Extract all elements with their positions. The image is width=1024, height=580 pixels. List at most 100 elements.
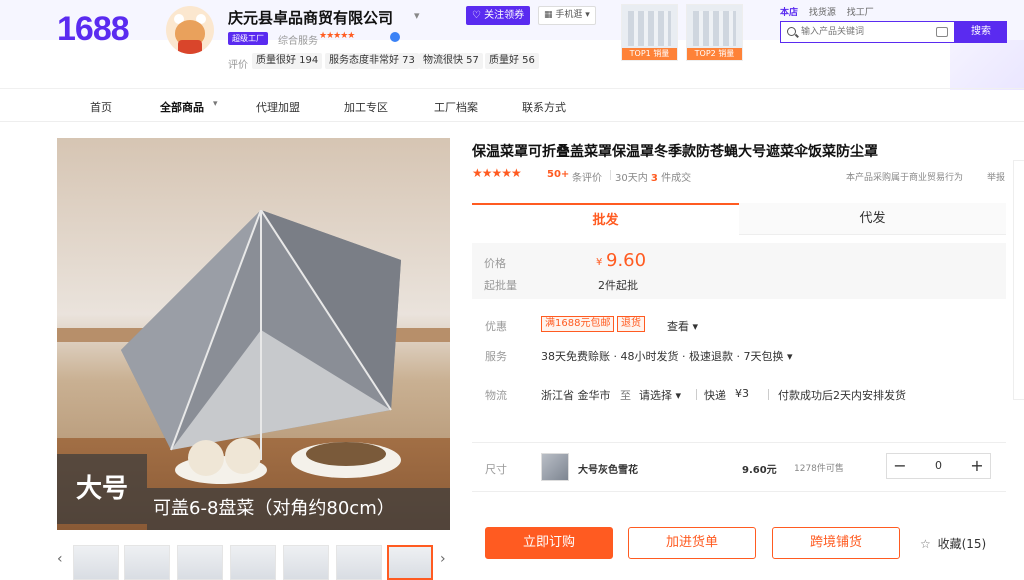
chevron-left-icon[interactable]: ‹ xyxy=(57,551,63,567)
thumbnail[interactable] xyxy=(230,545,276,580)
sku-stock: 1278件可售 xyxy=(794,464,844,474)
search-button[interactable]: 搜索 xyxy=(955,21,1007,43)
chevron-down-icon: ▾ xyxy=(675,389,682,402)
search-icon xyxy=(787,27,796,36)
info-dot-icon[interactable] xyxy=(390,32,400,42)
offers-more-link[interactable]: 查看 ▾ xyxy=(667,318,698,334)
report-link[interactable]: 举报 xyxy=(987,170,1005,183)
service-row-label: 服务 xyxy=(485,350,507,363)
coupon-return[interactable]: 退货 xyxy=(617,316,645,332)
chevron-down-icon: ▾ xyxy=(786,350,793,363)
deal-prefix: 30天内 xyxy=(615,173,648,184)
tab-dropship[interactable]: 代发 xyxy=(739,203,1006,235)
mobile-label: 手机逛 xyxy=(555,10,583,20)
chevron-down-icon: ▾ xyxy=(692,320,699,333)
ship-note: 付款成功后2天内安排发货 xyxy=(778,389,906,402)
food-cover-illustration xyxy=(121,210,401,484)
follow-label: 关注领券 xyxy=(484,10,525,21)
nav-all-products[interactable]: 全部商品 xyxy=(160,99,204,115)
side-toolbar[interactable] xyxy=(1013,160,1024,400)
review-tag[interactable]: 物流很快 57 xyxy=(419,53,483,69)
search-input[interactable] xyxy=(781,22,931,42)
thumb-image xyxy=(693,11,736,46)
tab-wholesale[interactable]: 批发 xyxy=(472,203,739,235)
shop-name[interactable]: 庆元县卓品商贸有限公司 xyxy=(228,7,393,28)
decrement-button[interactable]: − xyxy=(887,454,913,478)
express-fee: ¥3 xyxy=(735,387,749,400)
review-count[interactable]: 50+ xyxy=(547,169,569,180)
destination-select[interactable]: 请选择 ▾ xyxy=(639,387,681,403)
nav-processing[interactable]: 加工专区 xyxy=(344,99,388,115)
thumbnail[interactable] xyxy=(177,545,223,580)
service-promise[interactable]: 38天免费赊账 · 48小时发货 · 极速退款 · 7天包换 ▾ xyxy=(541,348,793,364)
favorite-button[interactable]: ☆ 收藏(15) xyxy=(920,535,986,552)
qr-grid-icon: ▦ xyxy=(544,10,553,20)
moq-value: 2件起批 xyxy=(598,279,638,292)
review-tag[interactable]: 质量很好 194 xyxy=(252,53,323,69)
search-tab-factory[interactable]: 找工厂 xyxy=(847,8,874,18)
deal-summary: 30天内 3 件成交 xyxy=(615,169,691,184)
top-product-thumb[interactable]: TOP2 销量 xyxy=(686,4,743,61)
top-rank-label: TOP1 销量 xyxy=(622,48,677,60)
shop-avatar[interactable] xyxy=(166,6,214,54)
coupon-free-shipping[interactable]: 满1688元包邮 xyxy=(541,316,615,332)
image-caption: 可盖6-8盘菜（对角约80cm） xyxy=(147,488,450,530)
image-caption-size: 大号 xyxy=(57,454,147,524)
destination-value: 请选择 xyxy=(639,389,672,402)
quantity-value[interactable]: 0 xyxy=(913,454,964,478)
nav-factory-profile[interactable]: 工厂档案 xyxy=(434,99,478,115)
divider xyxy=(696,389,697,400)
deal-suffix: 件成交 xyxy=(661,173,692,184)
logistics-label: 物流 xyxy=(485,389,507,402)
purchase-mode-tabs: 批发 代发 xyxy=(472,203,1006,235)
avatar-bib xyxy=(178,40,202,54)
rating-stars: ★★★★★ xyxy=(472,166,522,180)
thumbnail[interactable] xyxy=(283,545,329,580)
price-value: 9.60 xyxy=(606,250,647,271)
sku-image[interactable] xyxy=(541,453,569,481)
review-tag[interactable]: 质量好 56 xyxy=(485,53,539,69)
thumbnail-video[interactable] xyxy=(73,545,119,580)
sku-size-label: 尺寸 xyxy=(485,463,507,476)
cross-border-button[interactable]: 跨境铺货 xyxy=(772,527,900,559)
chevron-right-icon[interactable]: › xyxy=(440,551,446,567)
search-tab-source[interactable]: 找货源 xyxy=(809,8,836,18)
top-product-thumb[interactable]: TOP1 销量 xyxy=(621,4,678,61)
service-rating-stars: ★★★★★ xyxy=(319,31,355,41)
ship-to-label: 至 xyxy=(620,389,631,402)
product-main-image[interactable]: 大号 可盖6-8盘菜（对角约80cm） xyxy=(57,138,450,530)
price-currency: ¥ xyxy=(596,257,603,268)
thumbnail-active[interactable] xyxy=(387,545,433,580)
nav-agency[interactable]: 代理加盟 xyxy=(256,99,300,115)
mobile-browse-button[interactable]: ▦ 手机逛 ▾ xyxy=(538,6,596,25)
product-title: 保温菜罩可折叠盖菜罩保温罩冬季款防苍蝇大号遮菜伞饭菜防尘罩 xyxy=(472,144,878,160)
ship-origin: 浙江省 金华市 xyxy=(541,389,611,402)
thumbnail[interactable] xyxy=(124,545,170,580)
add-to-cart-button[interactable]: 加进货单 xyxy=(628,527,756,559)
sku-price: 9.60元 xyxy=(742,465,777,476)
trade-note: 本产品采购属于商业贸易行为 xyxy=(846,173,964,183)
header-decoration xyxy=(950,40,1024,90)
price-panel: 价格 ¥ 9.60 起批量 2件起批 xyxy=(472,243,1006,299)
site-logo[interactable]: 1688 xyxy=(57,10,130,49)
chevron-down-icon[interactable]: ▾ xyxy=(414,9,420,22)
increment-button[interactable]: + xyxy=(964,454,990,478)
offers-label: 优惠 xyxy=(485,320,507,333)
search-scope-tabs: 本店 找货源 找工厂 xyxy=(780,5,882,18)
review-tag[interactable]: 服务态度非常好 73 xyxy=(325,53,419,69)
camera-icon[interactable] xyxy=(936,27,948,37)
star-outline-icon: ☆ xyxy=(920,537,931,551)
nav-home[interactable]: 首页 xyxy=(90,99,112,115)
chevron-down-icon[interactable]: ▾ xyxy=(213,99,218,109)
chevron-down-icon: ▾ xyxy=(585,10,590,20)
thumbnail[interactable] xyxy=(336,545,382,580)
buy-now-button[interactable]: 立即订购 xyxy=(485,527,613,559)
eval-label: 评价 xyxy=(228,60,248,71)
follow-coupon-button[interactable]: ♡ 关注领券 xyxy=(466,6,530,25)
top-rank-label: TOP2 销量 xyxy=(687,48,742,60)
nav-contact[interactable]: 联系方式 xyxy=(522,99,566,115)
divider xyxy=(768,389,769,400)
search-tab-store[interactable]: 本店 xyxy=(780,8,798,18)
sku-name: 大号灰色雪花 xyxy=(578,465,638,476)
price-label: 价格 xyxy=(484,257,506,270)
